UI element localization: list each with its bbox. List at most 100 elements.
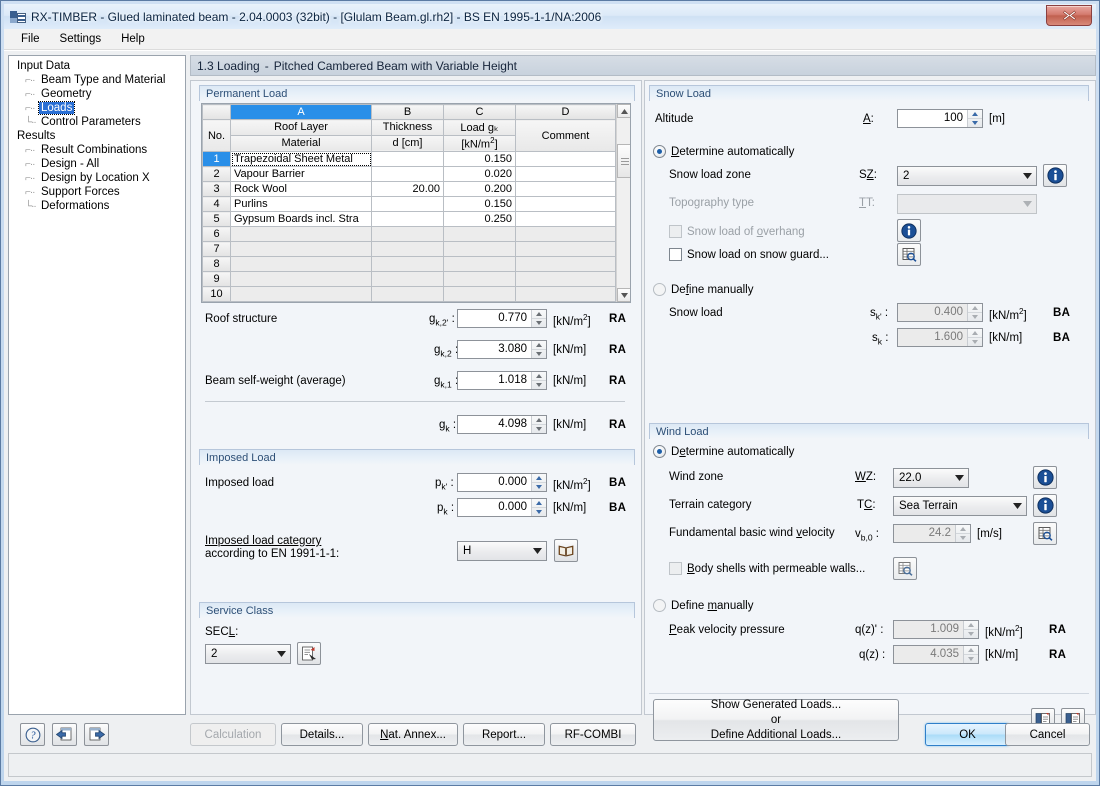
wind-zone-info-button[interactable]: [1033, 466, 1057, 489]
cell-load[interactable]: [443, 271, 516, 287]
altitude-spinner[interactable]: [967, 110, 982, 127]
qz-spinner[interactable]: [963, 646, 978, 663]
pk-input[interactable]: 0.000: [457, 498, 547, 517]
wind-velocity-spinner[interactable]: [955, 525, 970, 542]
sidebar-item-design-by-location-x[interactable]: ⌐·· Design by Location X: [11, 171, 183, 185]
spin-down-icon[interactable]: [532, 425, 546, 433]
wind-zone-select[interactable]: 22.0: [893, 468, 969, 488]
row-number[interactable]: 10: [202, 286, 231, 302]
spin-down-icon[interactable]: [532, 350, 546, 358]
spin-up-icon[interactable]: [956, 525, 970, 534]
table-row[interactable]: 4 Purlins 0.150: [202, 196, 616, 212]
cell-material[interactable]: Rock Wool: [230, 181, 372, 197]
spin-up-icon[interactable]: [532, 474, 546, 483]
spin-up-icon[interactable]: [968, 110, 982, 119]
scroll-up-icon[interactable]: [617, 104, 630, 118]
cell-material[interactable]: Gypsum Boards incl. Stra: [230, 211, 372, 227]
cell-thickness[interactable]: [371, 151, 444, 167]
cell-comment[interactable]: [515, 226, 616, 242]
nat-annex-button[interactable]: Nat. Annex...: [368, 723, 458, 746]
sidebar-item-geometry[interactable]: ⌐·· Geometry: [11, 87, 183, 101]
chevron-down-icon[interactable]: [1019, 167, 1036, 185]
row-number[interactable]: 5: [202, 211, 231, 227]
column-header-c[interactable]: C: [443, 104, 516, 120]
qz-prime-value[interactable]: 1.009: [894, 621, 963, 638]
table-row[interactable]: 3 Rock Wool 20.00 0.200: [202, 181, 616, 197]
gk-total-value[interactable]: 4.098: [458, 416, 531, 433]
table-row[interactable]: 9: [202, 271, 616, 287]
sidebar-item-loads[interactable]: ⌐·· Loads: [11, 101, 183, 115]
cell-comment[interactable]: [515, 151, 616, 167]
gk2prime-input[interactable]: 0.770: [457, 309, 547, 328]
cell-thickness[interactable]: [371, 196, 444, 212]
spin-up-icon[interactable]: [964, 646, 978, 655]
cell-load[interactable]: [443, 241, 516, 257]
spin-up-icon[interactable]: [532, 341, 546, 350]
cell-thickness[interactable]: [371, 271, 444, 287]
help-button[interactable]: ?: [20, 723, 45, 746]
tree-group-input-data[interactable]: Input Data: [11, 59, 183, 73]
cell-comment[interactable]: [515, 241, 616, 257]
spin-up-icon[interactable]: [968, 304, 982, 313]
cell-comment[interactable]: [515, 211, 616, 227]
gk2-input[interactable]: 3.080: [457, 340, 547, 359]
permanent-load-grid[interactable]: A B C D No. Roof Layer Thickness Load gₖ: [202, 104, 616, 302]
column-header-a[interactable]: A: [230, 104, 372, 120]
row-number[interactable]: 3: [202, 181, 231, 197]
sidebar-item-result-combinations[interactable]: ⌐·· Result Combinations: [11, 143, 183, 157]
wind-velocity-input[interactable]: 24.2: [893, 524, 971, 543]
cancel-button[interactable]: Cancel: [1005, 723, 1090, 746]
table-row[interactable]: 1 Trapezoidal Sheet Metal 0.150: [202, 151, 616, 167]
checkbox-icon[interactable]: [669, 562, 682, 575]
permeable-walls-inspect-button[interactable]: [893, 557, 917, 580]
spin-down-icon[interactable]: [968, 313, 982, 321]
cell-load[interactable]: [443, 286, 516, 302]
permeable-walls-checkbox[interactable]: Body shells with permeable walls...: [669, 562, 865, 575]
spin-down-icon[interactable]: [964, 655, 978, 663]
row-number[interactable]: 8: [202, 256, 231, 272]
snow-load-zone-select[interactable]: 2: [897, 166, 1037, 186]
row-number[interactable]: 6: [202, 226, 231, 242]
row-number[interactable]: 7: [202, 241, 231, 257]
sk-prime-input[interactable]: 0.400: [897, 303, 983, 322]
wind-velocity-inspect-button[interactable]: [1033, 522, 1057, 545]
checkbox-icon[interactable]: [669, 248, 682, 261]
calculation-button[interactable]: Calculation: [190, 723, 276, 746]
cell-thickness[interactable]: 20.00: [371, 181, 444, 197]
table-row[interactable]: 2 Vapour Barrier 0.020: [202, 166, 616, 182]
cell-thickness[interactable]: [371, 241, 444, 257]
sk-prime-value[interactable]: 0.400: [898, 304, 967, 321]
table-row[interactable]: 8: [202, 256, 616, 272]
service-class-select[interactable]: 2: [205, 644, 291, 664]
cell-material[interactable]: [230, 241, 372, 257]
pk-spinner[interactable]: [531, 499, 546, 516]
cell-thickness[interactable]: [371, 166, 444, 182]
cell-comment[interactable]: [515, 181, 616, 197]
cell-comment[interactable]: [515, 286, 616, 302]
cell-material[interactable]: [230, 271, 372, 287]
chevron-down-icon[interactable]: [951, 469, 968, 487]
ok-button[interactable]: OK: [925, 723, 1010, 746]
cell-material[interactable]: Purlins: [230, 196, 372, 212]
cell-material[interactable]: [230, 256, 372, 272]
gk1-value[interactable]: 1.018: [458, 372, 531, 389]
qz-prime-spinner[interactable]: [963, 621, 978, 638]
pkprime-value[interactable]: 0.000: [458, 474, 531, 491]
table-row[interactable]: 6: [202, 226, 616, 242]
terrain-category-info-button[interactable]: [1033, 494, 1057, 517]
cell-material[interactable]: Trapezoidal Sheet Metal: [230, 151, 372, 167]
sidebar-item-deformations[interactable]: └·· Deformations: [11, 199, 183, 213]
snow-guard-inspect-button[interactable]: [897, 243, 921, 266]
cell-thickness[interactable]: [371, 226, 444, 242]
cell-load[interactable]: 0.150: [443, 151, 516, 167]
spin-up-icon[interactable]: [532, 372, 546, 381]
chevron-down-icon[interactable]: [529, 542, 546, 560]
sk-input[interactable]: 1.600: [897, 328, 983, 347]
spin-down-icon[interactable]: [532, 319, 546, 327]
sk-value[interactable]: 1.600: [898, 329, 967, 346]
spin-up-icon[interactable]: [532, 499, 546, 508]
qz-prime-input[interactable]: 1.009: [893, 620, 979, 639]
menu-help[interactable]: Help: [112, 31, 154, 47]
imposed-load-category-select[interactable]: H: [457, 541, 547, 561]
row-number[interactable]: 9: [202, 271, 231, 287]
